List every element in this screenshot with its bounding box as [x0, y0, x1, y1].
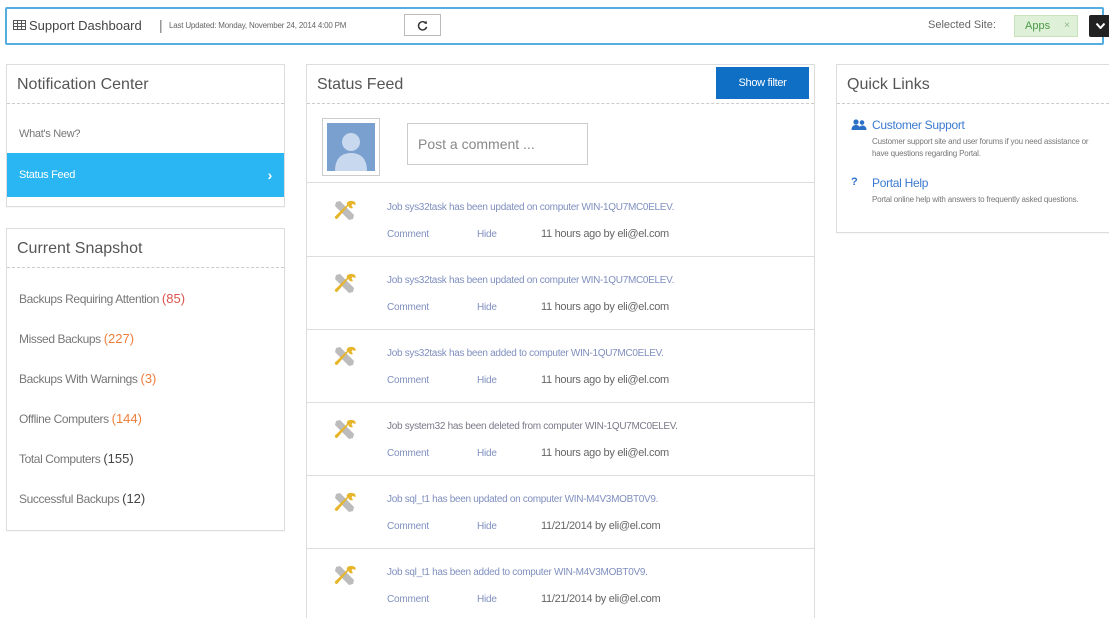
question-icon: ? [851, 176, 858, 188]
notification-center-title: Notification Center [7, 65, 284, 104]
tools-icon [332, 271, 358, 297]
feed-item: Job sys32task has been updated on comput… [307, 257, 814, 330]
customer-support-description: Customer support site and user forums if… [872, 137, 1089, 158]
quick-links-panel: Quick Links Customer Support Customer su… [836, 64, 1109, 233]
snapshot-row[interactable]: Backups With Warnings (3) [19, 371, 156, 386]
snapshot-row[interactable]: Offline Computers (144) [19, 411, 142, 426]
status-feed-panel: Status Feed Show filter Job sys32task ha… [306, 64, 815, 618]
nc-item-status-feed[interactable]: Status Feed › [7, 153, 284, 197]
tools-icon [332, 563, 358, 589]
feed-item-time: 11/21/2014 by eli@el.com [541, 593, 661, 605]
comment-input[interactable] [407, 123, 588, 165]
snapshot-count: (144) [111, 411, 142, 426]
nc-item-label: Status Feed [19, 169, 76, 181]
feed-item-time: 11 hours ago by eli@el.com [541, 228, 669, 240]
comment-link[interactable]: Comment [387, 594, 429, 605]
feed-item-text: Job sys32task has been added to computer… [387, 348, 664, 359]
comment-link[interactable]: Comment [387, 229, 429, 240]
hide-link[interactable]: Hide [477, 521, 497, 532]
grid-icon [13, 20, 26, 30]
quick-links-title: Quick Links [837, 65, 1109, 104]
feed-item: Job sql_t1 has been updated on computer … [307, 476, 814, 549]
tools-icon [332, 490, 358, 516]
portal-help-description: Portal online help with answers to frequ… [872, 195, 1079, 204]
last-updated-text: Last Updated: Monday, November 24, 2014 … [169, 21, 347, 30]
hide-link[interactable]: Hide [477, 302, 497, 313]
chip-remove-icon[interactable]: × [1064, 16, 1070, 36]
snapshot-count: (85) [161, 291, 186, 306]
snapshot-label: Missed Backups [19, 332, 101, 346]
snapshot-row[interactable]: Backups Requiring Attention (85) [19, 291, 185, 306]
comment-link[interactable]: Comment [387, 448, 429, 459]
refresh-button[interactable] [404, 14, 441, 36]
site-dropdown-button[interactable] [1089, 15, 1109, 37]
feed-item-text: Job sys32task has been updated on comput… [387, 202, 675, 213]
snapshot-row[interactable]: Successful Backups (12) [19, 491, 145, 506]
avatar [322, 118, 380, 176]
selected-site-label: Selected Site: [928, 19, 996, 31]
hide-link[interactable]: Hide [477, 229, 497, 240]
feed-item: Job sys32task has been updated on comput… [307, 184, 814, 257]
tools-icon [332, 417, 358, 443]
feed-item-text: Job system32 has been deleted from compu… [387, 421, 678, 432]
feed-item-text: Job sql_t1 has been updated on computer … [387, 494, 659, 505]
user-silhouette-icon [335, 133, 367, 171]
selected-site-chip[interactable]: Apps × [1014, 15, 1078, 37]
snapshot-label: Successful Backups [19, 492, 120, 506]
feed-item-time: 11/21/2014 by eli@el.com [541, 520, 661, 532]
snapshot-label: Total Computers [19, 452, 101, 466]
portal-help-link[interactable]: Portal Help [872, 176, 928, 190]
hide-link[interactable]: Hide [477, 594, 497, 605]
hide-link[interactable]: Hide [477, 448, 497, 459]
chevron-right-icon: › [267, 167, 273, 183]
nc-item-whats-new[interactable]: What's New? [7, 112, 284, 156]
current-snapshot-panel: Current Snapshot Backups Requiring Atten… [6, 228, 285, 531]
feed-item-text: Job sys32task has been updated on comput… [387, 275, 675, 286]
page-title: Support Dashboard [29, 18, 142, 33]
chevron-down-icon [1095, 22, 1105, 30]
snapshot-count: (3) [140, 371, 157, 386]
feed-item-time: 11 hours ago by eli@el.com [541, 374, 669, 386]
refresh-icon [417, 20, 428, 31]
title-separator: | [159, 17, 163, 33]
snapshot-row[interactable]: Total Computers (155) [19, 451, 134, 466]
comment-link[interactable]: Comment [387, 521, 429, 532]
snapshot-label: Backups With Warnings [19, 372, 138, 386]
feed-item-time: 11 hours ago by eli@el.com [541, 301, 669, 313]
snapshot-label: Offline Computers [19, 412, 109, 426]
tools-icon [332, 198, 358, 224]
snapshot-count: (12) [122, 491, 146, 506]
divider [307, 182, 814, 183]
show-filter-button[interactable]: Show filter [716, 67, 809, 99]
snapshot-label: Backups Requiring Attention [19, 292, 159, 306]
current-snapshot-title: Current Snapshot [7, 229, 284, 268]
tools-icon [332, 344, 358, 370]
nc-item-label: What's New? [19, 128, 81, 140]
snapshot-row[interactable]: Missed Backups (227) [19, 331, 134, 346]
users-icon [851, 119, 867, 134]
hide-link[interactable]: Hide [477, 375, 497, 386]
feed-item: Job sys32task has been added to computer… [307, 330, 814, 403]
feed-item-text: Job sql_t1 has been added to computer WI… [387, 567, 648, 578]
feed-item-time: 11 hours ago by eli@el.com [541, 447, 669, 459]
customer-support-link[interactable]: Customer Support [872, 118, 965, 132]
comment-link[interactable]: Comment [387, 375, 429, 386]
feed-item: Job sql_t1 has been added to computer WI… [307, 549, 814, 618]
notification-center-panel: Notification Center What's New? Status F… [6, 64, 285, 207]
feed-item: Job system32 has been deleted from compu… [307, 403, 814, 476]
selected-site-value: Apps [1025, 20, 1051, 32]
snapshot-count: (155) [103, 451, 134, 466]
snapshot-count: (227) [103, 331, 135, 346]
comment-link[interactable]: Comment [387, 302, 429, 313]
top-bar: Support Dashboard | Last Updated: Monday… [5, 7, 1109, 45]
